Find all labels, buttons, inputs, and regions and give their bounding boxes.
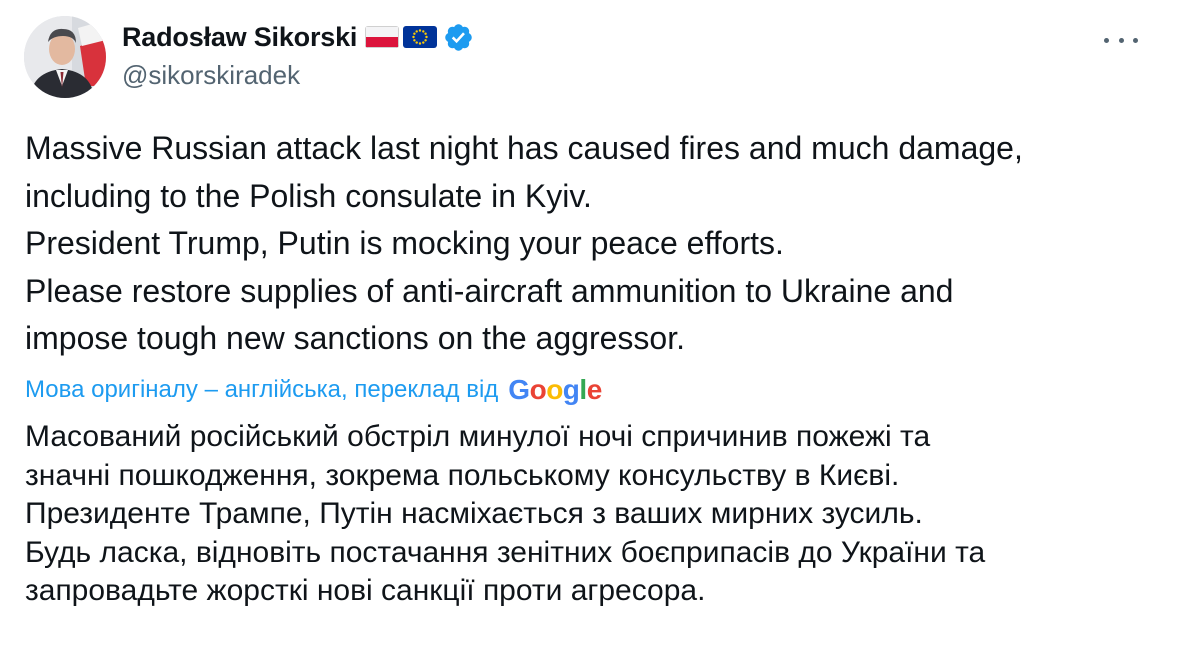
- google-logo-letter: o: [529, 374, 547, 405]
- tweet-text-line: Please restore supplies of anti-aircraft…: [25, 272, 954, 309]
- google-logo-letter: e: [586, 374, 603, 405]
- avatar-image: [24, 16, 106, 98]
- more-options-icon[interactable]: [1104, 30, 1138, 50]
- tweet-card: Radosław Sikorski @sikorskiradek Massive…: [0, 0, 1180, 658]
- google-logo-letter: g: [562, 374, 580, 405]
- translated-text-line: запровадьте жорсткі нові санкції проти а…: [25, 574, 706, 607]
- more-dot: [1104, 37, 1109, 43]
- translated-text-line: Президенте Трампе, Путін насміхається з …: [25, 497, 923, 530]
- verified-badge-icon[interactable]: [443, 22, 474, 53]
- translation-notice: Мова оригіналу – англійська, переклад ві…: [25, 372, 602, 408]
- author-handle[interactable]: @sikorskiradek: [122, 60, 474, 91]
- tweet-text-line: including to the Polish consulate in Kyi…: [25, 177, 592, 214]
- flag-eu-icon: [403, 26, 438, 48]
- tweet-text-line: President Trump, Putin is mocking your p…: [25, 225, 784, 262]
- translation-notice-link[interactable]: Мова оригіналу – англійська, переклад ві…: [25, 376, 498, 404]
- google-logo: Google: [508, 374, 603, 406]
- google-logo-letter: l: [579, 374, 587, 405]
- tweet-text-line: Massive Russian attack last night has ca…: [25, 130, 1023, 166]
- translated-text-line: Масований російський обстріл минулої ноч…: [25, 420, 931, 453]
- google-logo-letter: G: [508, 374, 530, 405]
- author-display-name[interactable]: Radosław Sikorski: [122, 22, 357, 53]
- avatar[interactable]: [24, 16, 106, 98]
- google-logo-letter: o: [546, 374, 563, 405]
- translated-text: Масований російський обстріл минулої ноч…: [25, 418, 1155, 611]
- name-row: Radosław Sikorski: [122, 18, 474, 56]
- translated-text-line: Будь ласка, відновіть постачання зенітни…: [25, 535, 986, 569]
- author-block: Radosław Sikorski @sikorskiradek: [122, 18, 474, 91]
- translated-text-line: значні пошкодження, зокрема польському к…: [25, 458, 900, 492]
- flag-poland-icon: [365, 26, 400, 48]
- tweet-header: Radosław Sikorski @sikorskiradek: [24, 14, 1156, 100]
- tweet-text: Massive Russian attack last night has ca…: [25, 125, 1155, 363]
- more-dot: [1118, 37, 1124, 43]
- more-dot: [1133, 37, 1138, 43]
- tweet-text-line: impose tough new sanctions on the aggres…: [25, 320, 685, 357]
